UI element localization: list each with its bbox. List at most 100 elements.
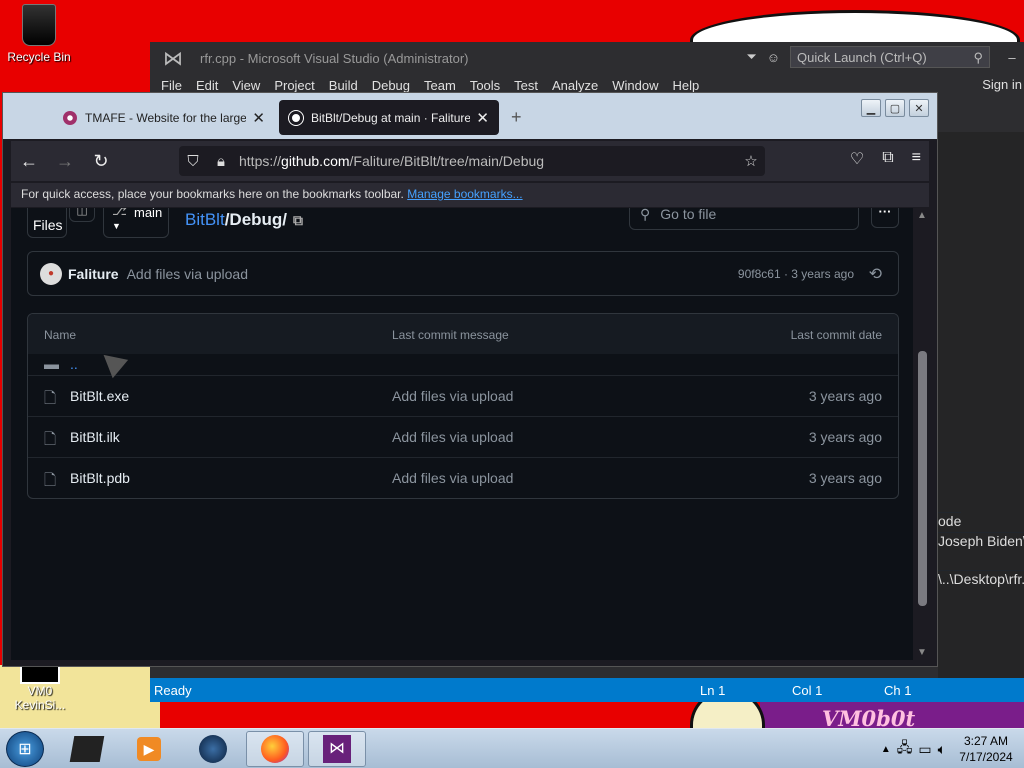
media-player-icon[interactable]: ▶ (120, 731, 178, 767)
bookmarks-hint: For quick access, place your bookmarks h… (21, 187, 404, 201)
forward-arrow-icon[interactable]: → (47, 151, 83, 172)
file-commit-message[interactable]: Add files via upload (392, 429, 513, 445)
search-icon: ⚲ (640, 208, 651, 222)
sign-in-link[interactable]: Sign in (982, 77, 1022, 92)
avatar[interactable]: ● (40, 262, 62, 285)
url-text: https://github.com/Faliture/BitBlt/tree/… (235, 153, 737, 169)
file-commit-message[interactable]: Add files via upload (392, 470, 513, 486)
tab-github[interactable]: BitBlt/Debug at main · Faliture/BitBlt ✕ (279, 100, 499, 135)
vs-status-bar: Ready Ln 1 Col 1 Ch 1 (150, 678, 1024, 702)
bookmarks-toolbar: For quick access, place your bookmarks h… (11, 183, 929, 207)
close-icon[interactable]: ✕ (909, 99, 929, 117)
visual-studio-taskbar-icon[interactable]: ⋈ (308, 731, 366, 767)
vs-side-text: \..\Desktop\rfr.c (938, 570, 1024, 611)
history-icon[interactable]: ⟲ (869, 264, 882, 284)
firefox-window: TMAFE - Website for the largest ✕ BitBlt… (2, 92, 938, 667)
table-row[interactable]: 🗋 BitBlt.exe Add files via upload 3 year… (28, 375, 898, 416)
clock-time: 3:27 AM (963, 734, 1009, 748)
minimize-icon[interactable]: – (1000, 50, 1024, 65)
hamburger-menu-icon[interactable]: ≡ (912, 149, 921, 169)
feedback-smiley-icon[interactable]: ☺ (767, 50, 780, 65)
recycle-bin-icon[interactable]: Recycle Bin (4, 4, 74, 64)
pocket-icon[interactable]: ♡ (850, 149, 864, 169)
tab-tmafe[interactable]: TMAFE - Website for the largest ✕ (53, 100, 275, 135)
minimize-icon[interactable]: ▁ (861, 99, 881, 117)
github-icon (289, 110, 303, 125)
bookmark-star-icon[interactable]: ☆ (737, 152, 765, 170)
scroll-up-icon[interactable]: ▲ (917, 210, 927, 221)
shield-icon[interactable]: ⛉ (179, 153, 207, 170)
start-button[interactable]: ⊞ (6, 731, 44, 767)
quick-launch-placeholder: Quick Launch (Ctrl+Q) (797, 50, 927, 65)
folder-icon: ▬ (44, 356, 59, 373)
repo-link[interactable]: BitBlt (185, 210, 225, 229)
recycle-bin-label: Recycle Bin (7, 50, 71, 64)
go-to-file-input[interactable]: ⚲ Go to file (629, 208, 859, 230)
files-toggle-button[interactable]: Files (27, 208, 67, 238)
file-name[interactable]: BitBlt.pdb (70, 470, 130, 486)
commit-author[interactable]: Faliture (68, 266, 119, 282)
side-panel-icon[interactable]: ◫ (69, 208, 95, 222)
file-name[interactable]: BitBlt.exe (70, 388, 129, 404)
tab-strip: TMAFE - Website for the largest ✕ BitBlt… (3, 93, 937, 139)
vm-icon-label: VM0 KevinSi... (14, 684, 66, 712)
network-icon[interactable]: 🖧 (897, 737, 913, 761)
tab-title: TMAFE - Website for the largest (85, 110, 247, 125)
parent-directory-row[interactable]: ▬ .. (28, 354, 898, 375)
globe-icon[interactable] (184, 731, 242, 767)
filter-icon[interactable]: ⏷ (746, 49, 756, 65)
lock-icon[interactable]: 🔒︎ (207, 153, 235, 170)
extensions-icon[interactable]: ⧉ (882, 149, 893, 169)
clock[interactable]: 3:27 AM 7/17/2024 (952, 733, 1020, 765)
trash-icon (22, 4, 56, 46)
file-commit-message[interactable]: Add files via upload (392, 388, 513, 404)
tray-expand-icon[interactable]: ▲ (881, 744, 891, 755)
firefox-taskbar-icon[interactable] (246, 731, 304, 767)
display-icon[interactable]: ▭ (918, 741, 931, 758)
maximize-icon[interactable]: ▢ (885, 99, 905, 117)
taskbar-app-icon[interactable] (58, 731, 116, 767)
close-tab-icon[interactable]: ✕ (252, 109, 265, 127)
tab-title: BitBlt/Debug at main · Faliture/BitBlt (311, 110, 471, 125)
column-message: Last commit message (392, 328, 509, 342)
new-tab-icon[interactable]: + (511, 107, 522, 128)
reload-icon[interactable]: ↻ (83, 151, 119, 172)
toolbar-right: ♡ ⧉ ≡ (850, 149, 921, 169)
page-scrollbar[interactable]: ▲ ▼ (915, 208, 929, 660)
commit-message[interactable]: Add files via upload (127, 266, 248, 282)
status-char: Ch 1 (884, 682, 912, 698)
vs-side-panel: ode Joseph Biden\De \..\Desktop\rfr.c (938, 132, 1024, 692)
volume-icon[interactable]: 🔈︎ (938, 741, 946, 758)
visual-studio-icon: ⋈ (163, 48, 183, 70)
navigation-toolbar: ← → ↻ ⛉ 🔒︎ https://github.com/Faliture/B… (11, 141, 929, 181)
copy-path-icon[interactable]: ⧉ (293, 212, 303, 228)
column-name: Name (44, 328, 77, 342)
back-arrow-icon[interactable]: ← (11, 151, 47, 172)
branch-selector[interactable]: ⎇ main ▼ (103, 208, 169, 238)
quick-launch-input[interactable]: Quick Launch (Ctrl+Q) ⚲ (790, 46, 990, 68)
manage-bookmarks-link[interactable]: Manage bookmarks... (407, 187, 522, 201)
system-tray: ▲ 🖧 ▭ 🔈︎ 3:27 AM 7/17/2024 (881, 729, 1024, 768)
table-row[interactable]: 🗋 BitBlt.pdb Add files via upload 3 year… (28, 457, 898, 498)
more-options-icon[interactable]: ··· (871, 208, 899, 228)
table-row[interactable]: 🗋 BitBlt.ilk Add files via upload 3 year… (28, 416, 898, 457)
latest-commit-box: ● Faliture Add files via upload 90f8c61 … (27, 251, 899, 296)
vs-title-right: ⏷ ☺ Quick Launch (Ctrl+Q) ⚲ – (746, 42, 1024, 72)
file-name[interactable]: BitBlt.ilk (70, 429, 120, 445)
url-path: /Faliture/BitBlt/tree/main/Debug (349, 153, 545, 169)
files-label: Files (33, 217, 63, 233)
vm-icon (20, 664, 60, 684)
url-bar[interactable]: ⛉ 🔒︎ https://github.com/Faliture/BitBlt/… (179, 146, 765, 176)
file-icon: 🗋 (44, 472, 57, 489)
file-icon: 🗋 (44, 431, 57, 448)
parent-directory-link[interactable]: .. (70, 356, 78, 372)
close-tab-icon[interactable]: ✕ (476, 109, 489, 127)
url-prefix: https:// (239, 153, 282, 169)
table-header: Name Last commit message Last commit dat… (28, 314, 898, 354)
scrollbar-thumb[interactable] (918, 351, 927, 606)
file-commit-date: 3 years ago (808, 429, 882, 445)
scroll-down-icon[interactable]: ▼ (917, 647, 927, 658)
go-to-file-placeholder: Go to file (660, 208, 717, 222)
vm-desktop-icon[interactable]: VM0 KevinSi... (8, 664, 72, 712)
commit-meta[interactable]: 90f8c61 · 3 years ago (738, 267, 854, 281)
